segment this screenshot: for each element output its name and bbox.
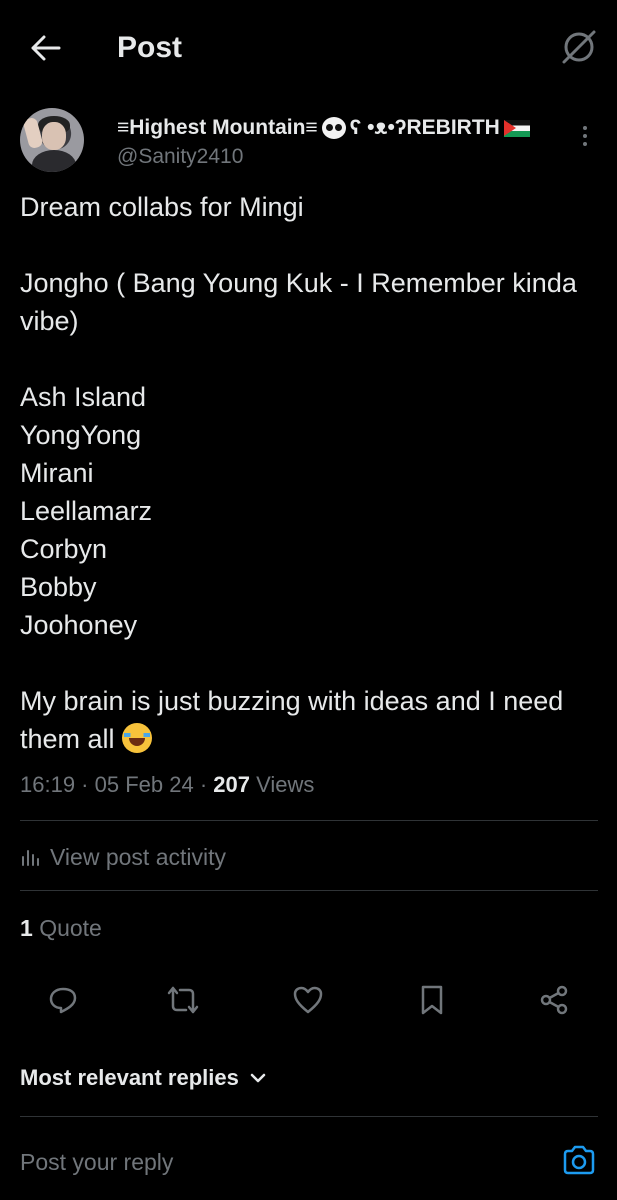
collab-name: Mirani xyxy=(20,458,94,488)
view-activity-label: View post activity xyxy=(50,843,226,870)
views-count: 207 xyxy=(213,772,250,797)
palestine-flag-icon xyxy=(503,119,530,137)
camera-icon[interactable] xyxy=(559,1140,599,1180)
post-date: 05 Feb 24 xyxy=(94,772,194,797)
reply-sort-dropdown[interactable]: Most relevant replies xyxy=(20,1063,267,1093)
post-closing-text: My brain is just buzzing with ideas and … xyxy=(20,686,564,754)
quotes-link[interactable]: 1 Quote xyxy=(20,913,102,943)
collab-name: Bobby xyxy=(20,572,97,602)
collab-name: Ash Island xyxy=(20,382,147,412)
views-label: Views xyxy=(256,772,315,797)
collab-name: Leellamarz xyxy=(20,496,153,526)
repost-icon[interactable] xyxy=(163,980,203,1020)
quote-label: Quote xyxy=(39,915,102,941)
grok-icon[interactable] xyxy=(558,26,600,68)
share-icon[interactable] xyxy=(534,980,574,1020)
avatar[interactable] xyxy=(20,108,84,172)
post-closing-line: My brain is just buzzing with ideas and … xyxy=(20,682,600,758)
reply-input[interactable] xyxy=(20,1144,540,1180)
post-line: Dream collabs for Mingi xyxy=(20,192,304,222)
author-display-name: ≡Highest Mountain≡ xyxy=(117,116,318,139)
author-name-line[interactable]: ≡Highest Mountain≡ ʕ •ᴥ•ʔREBIRTH xyxy=(117,113,530,143)
reply-sort-label: Most relevant replies xyxy=(20,1065,239,1090)
divider xyxy=(20,890,598,891)
panda-emoji-icon xyxy=(321,117,346,139)
view-activity-link[interactable]: View post activity xyxy=(20,840,226,874)
author-handle[interactable]: @Sanity2410 xyxy=(117,143,243,171)
post-line: Jongho ( Bang Young Kuk - I Remember kin… xyxy=(20,268,577,336)
bookmark-icon[interactable] xyxy=(412,980,452,1020)
reply-icon[interactable] xyxy=(43,980,83,1020)
action-bar xyxy=(0,980,617,1020)
chevron-down-icon xyxy=(250,1073,266,1083)
laughing-tears-emoji-icon xyxy=(122,723,153,753)
post-body: Dream collabs for Mingi Jongho ( Bang Yo… xyxy=(20,188,600,758)
arrow-left-icon[interactable] xyxy=(26,28,66,68)
collab-name: YongYong xyxy=(20,420,142,450)
collab-name: Corbyn xyxy=(20,534,108,564)
author-display-name-suffix: ʕ •ᴥ•ʔREBIRTH xyxy=(349,116,500,139)
post-time: 16:19 xyxy=(20,772,76,797)
top-bar: Post xyxy=(0,0,617,92)
more-vertical-icon[interactable] xyxy=(573,120,597,152)
heart-icon[interactable] xyxy=(288,980,328,1020)
post-meta: 16:19 · 05 Feb 24 · 207 Views xyxy=(20,772,315,797)
divider xyxy=(20,820,598,821)
divider xyxy=(20,1116,598,1117)
analytics-icon xyxy=(22,850,39,866)
quote-count: 1 xyxy=(20,915,33,941)
collab-name: Joohoney xyxy=(20,610,138,640)
page-title: Post xyxy=(117,31,183,64)
